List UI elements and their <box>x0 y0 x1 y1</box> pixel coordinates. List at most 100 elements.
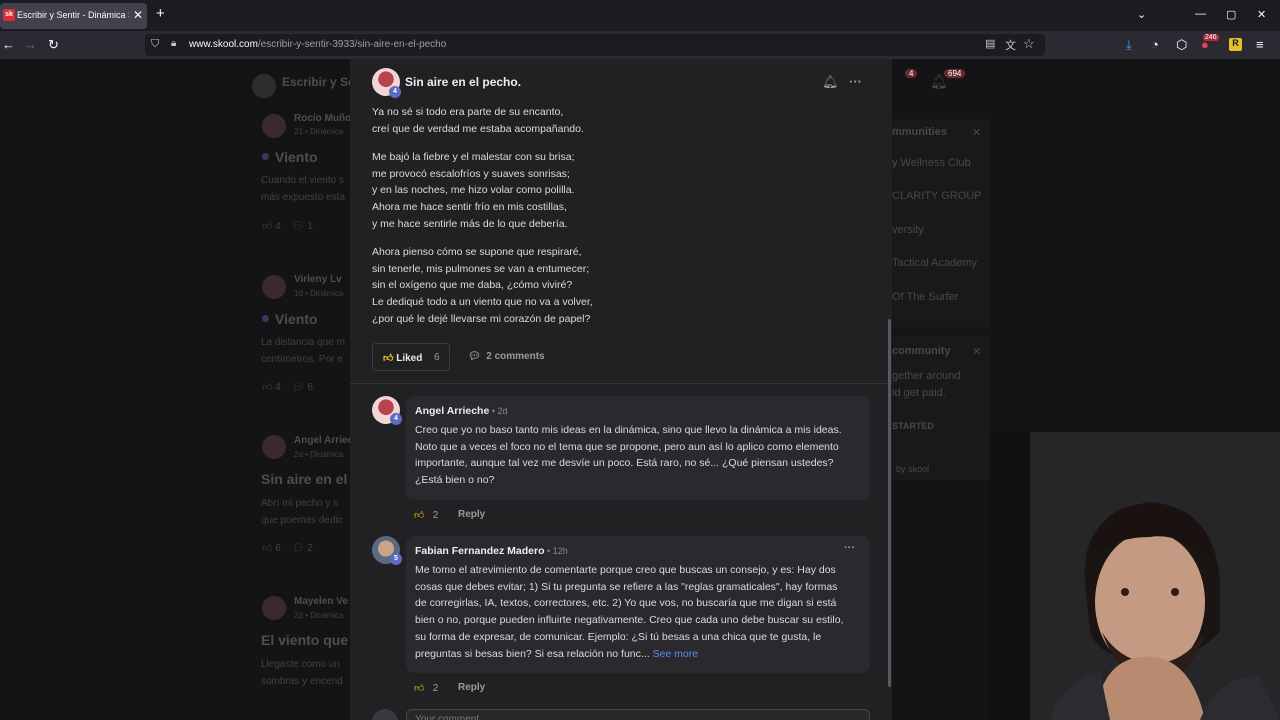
community-item[interactable]: versity <box>892 224 924 236</box>
avatar <box>262 435 286 459</box>
comment-text: bien o no, porque pueden influirte negat… <box>415 614 844 626</box>
close-icon[interactable]: ✕ <box>972 345 981 358</box>
card-title[interactable]: Viento <box>275 311 318 327</box>
card-text: sombras y encend <box>261 676 343 687</box>
more-options-icon[interactable]: ··· <box>849 74 862 89</box>
reader-view-icon[interactable]: ▤ <box>985 37 995 50</box>
comment-text: Noto que a veces el foco no el tema que … <box>415 441 839 453</box>
reply-button[interactable]: Reply <box>458 509 485 520</box>
communities-heading: mmunities <box>892 126 948 138</box>
lock-icon[interactable]: 🔒︎ <box>171 38 176 49</box>
extensions-puzzle-icon[interactable]: ⬡ <box>1176 37 1187 53</box>
comment-bubble-icon: 💬︎ <box>468 351 481 362</box>
divider <box>350 383 892 384</box>
poem-line: Ahora pienso cómo se supone que respirar… <box>372 246 582 258</box>
comment-input[interactable] <box>406 709 870 720</box>
poem-line: me provocó escalofríos y suaves sonrisas… <box>372 168 570 180</box>
powered-by-skool: by skool <box>896 464 930 474</box>
more-options-icon[interactable]: ··· <box>844 542 855 554</box>
unread-dot-icon <box>262 315 269 322</box>
community-text: gether around <box>892 370 961 382</box>
comment-author[interactable]: Angel Arrieche • 2d <box>415 405 507 417</box>
poem-line: Me bajó la fiebre y el malestar con su b… <box>372 151 575 163</box>
card-title[interactable]: Sin aire en el p <box>261 471 360 487</box>
community-text: id get paid. <box>892 387 946 399</box>
post-modal: 4 Sin aire en el pecho. 🔔︎ ··· Ya no sé … <box>350 59 892 720</box>
like-comment-icon[interactable]: 👍︎ <box>414 683 424 694</box>
minimize-icon[interactable]: — <box>1195 8 1206 20</box>
person-image <box>990 432 1280 720</box>
hamburger-menu-icon[interactable]: ≡ <box>1256 37 1264 52</box>
like-count[interactable]: 6 <box>434 352 440 363</box>
community-item[interactable]: Of The Surfer <box>892 291 958 303</box>
url-bar[interactable]: ⛉ 🔒︎ www.skool.com/escribir-y-sentir-393… <box>145 34 1045 56</box>
community-item[interactable]: Tactical Academy <box>892 257 977 269</box>
get-started-button[interactable]: STARTED <box>892 421 934 431</box>
extension-badge-count: 246 <box>1203 34 1219 41</box>
comment-author[interactable]: Fabian Fernandez Madero • 12h <box>415 545 568 557</box>
new-tab-icon[interactable]: + <box>156 5 165 22</box>
close-window-icon[interactable]: ✕ <box>1257 8 1266 21</box>
post-title: Sin aire en el pecho. <box>405 75 522 89</box>
card-title[interactable]: Viento <box>275 149 318 165</box>
group-logo <box>252 74 276 98</box>
card-text: más expuesto esta <box>261 192 345 203</box>
download-icon[interactable]: ⤓ <box>1126 37 1132 53</box>
close-tab-icon[interactable]: ✕ <box>133 8 143 22</box>
comment-actions: 👍︎ 2 Reply <box>414 682 485 694</box>
comment-text: ¿Está bien o no? <box>415 474 495 486</box>
translate-icon[interactable]: 文 <box>1005 37 1016 53</box>
thumbs-up-icon: 👍︎ <box>383 353 394 364</box>
bell-icon[interactable]: 🔔︎ <box>822 74 839 90</box>
browser-tab-bar: sk Escribir y Sentir - Dinámica Sentir ✕… <box>0 0 1280 31</box>
card-title[interactable]: El viento que n <box>261 632 361 648</box>
poem-line: Ahora me hace sentir frío en mis costill… <box>372 201 567 213</box>
browser-nav-bar: ← → ↻ ⛉ 🔒︎ www.skool.com/escribir-y-sent… <box>0 31 1280 59</box>
card-text: centímetros. Por e <box>261 354 343 365</box>
webcam-overlay <box>990 432 1280 720</box>
close-icon[interactable]: ✕ <box>972 126 981 139</box>
avatar <box>262 596 286 620</box>
reload-icon[interactable]: ↻ <box>48 37 59 53</box>
liked-label: 👍︎ Liked <box>383 353 423 364</box>
browser-tab[interactable]: sk Escribir y Sentir - Dinámica Sentir ✕ <box>0 3 147 29</box>
url-text[interactable]: www.skool.com/escribir-y-sentir-3933/sin… <box>189 39 446 50</box>
current-user-avatar <box>372 709 398 720</box>
level-badge: 4 <box>390 413 402 425</box>
comment-text: importante, aunque tal vez me desvíe un … <box>415 457 834 469</box>
forward-icon[interactable]: → <box>24 37 37 52</box>
bell-icon[interactable]: 🔔︎ <box>930 73 948 90</box>
avatar <box>262 114 286 138</box>
comments-link[interactable]: 💬︎ 2 comments <box>468 351 545 362</box>
extension-r-icon[interactable]: R <box>1229 38 1242 51</box>
comment-text: preguntas si besas bien? Si esa relación… <box>415 648 699 660</box>
extension-clock-icon[interactable]: ◔ <box>1151 37 1159 52</box>
scrollbar[interactable] <box>888 319 891 687</box>
card-text: La distancia que m <box>261 337 345 348</box>
card-stats: 👍︎ 4 💬︎ 1 <box>262 221 313 232</box>
back-icon[interactable]: ← <box>2 37 15 52</box>
poem-line: sin tenerle, mis pulmones se van a entum… <box>372 263 590 275</box>
comment-actions: 👍︎ 2 Reply <box>414 509 485 521</box>
comment-bubble: Angel Arrieche • 2d Creo que yo no baso … <box>406 396 870 500</box>
community-heading: community <box>892 345 951 357</box>
bookmark-star-icon[interactable]: ☆ <box>1023 36 1035 52</box>
level-badge: 4 <box>389 86 401 98</box>
reply-button[interactable]: Reply <box>458 682 485 693</box>
like-comment-icon[interactable]: 👍︎ <box>414 510 424 521</box>
tab-list-chevron-icon[interactable]: ⌄ <box>1137 8 1146 21</box>
community-item[interactable]: y Wellness Club <box>892 157 971 169</box>
tab-title: Escribir y Sentir - Dinámica Sentir <box>17 10 129 20</box>
shield-icon[interactable]: ⛉ <box>151 38 159 51</box>
community-item[interactable]: CLARITY GROUP <box>892 190 982 202</box>
comment-like-count: 2 <box>432 510 439 521</box>
card-stats: 👍︎ 4 💬︎ 6 <box>262 382 313 393</box>
comment-text: su forma de expresar, de comunicar. Ejem… <box>415 631 822 643</box>
comment-text: Creo que yo no baso tanto mis ideas en l… <box>415 424 842 436</box>
card-author: Virleny Lv <box>294 274 342 285</box>
maximize-icon[interactable]: ▢ <box>1226 8 1236 21</box>
poem-line: creí que de verdad me estaba acompañando… <box>372 123 584 135</box>
see-more-link[interactable]: See more <box>653 648 699 660</box>
like-button[interactable]: 👍︎ Liked 6 <box>372 343 450 371</box>
poem-line: Ya no sé si todo era parte de su encanto… <box>372 106 564 118</box>
